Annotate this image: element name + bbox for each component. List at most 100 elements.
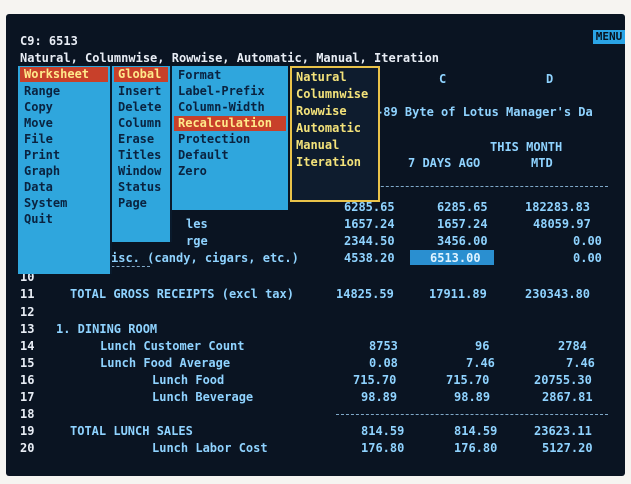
row-label: rge bbox=[186, 234, 208, 248]
menu-item-global[interactable]: Global bbox=[114, 67, 168, 83]
cell-c-row[interactable]: 3456.00 bbox=[437, 234, 488, 248]
cell-b-row[interactable]: 6285.65 bbox=[344, 200, 395, 214]
row-number: 18 bbox=[20, 407, 35, 421]
recalculation-options: Natural Columnwise Rowwise Automatic Man… bbox=[290, 66, 380, 202]
row-number: 20 bbox=[20, 441, 35, 455]
row-number: 17 bbox=[20, 390, 35, 404]
menu-item-default[interactable]: Default bbox=[178, 148, 229, 163]
cell-b-row[interactable]: 1657.24 bbox=[344, 217, 395, 231]
cell-c-row[interactable]: 98.89 bbox=[454, 390, 490, 404]
menu-item-system[interactable]: System bbox=[24, 196, 67, 211]
row-number: 12 bbox=[20, 305, 35, 319]
cell-d-row[interactable]: 48059.97 bbox=[533, 217, 591, 231]
menu-item-worksheet[interactable]: Worksheet bbox=[20, 67, 108, 83]
mode-indicator: MENU bbox=[593, 30, 625, 44]
row-label: Lunch Food bbox=[152, 373, 225, 387]
cell-b-row[interactable]: 176.80 bbox=[361, 441, 404, 455]
column-header-c: C bbox=[439, 72, 447, 86]
cell-d-row[interactable]: 20755.30 bbox=[534, 373, 592, 387]
header-7-days-ago: 7 DAYS AGO bbox=[408, 156, 481, 170]
cell-d-row[interactable]: 7.46 bbox=[566, 356, 595, 370]
cell-b-row[interactable]: 715.70 bbox=[353, 373, 396, 387]
lotus-screen: C9: 6513 MENU Natural, Columnwise, Rowwi… bbox=[6, 14, 625, 476]
current-cell-value: 6513.00 bbox=[430, 251, 481, 265]
cell-d-row[interactable]: 0.00 bbox=[573, 251, 602, 265]
row-label: 1. DINING ROOM bbox=[56, 322, 158, 336]
header-this-month: THIS MONTH bbox=[490, 140, 563, 154]
option-iteration[interactable]: Iteration bbox=[296, 155, 361, 170]
cell-b-row[interactable]: 814.59 bbox=[361, 424, 404, 438]
column-header-d: D bbox=[546, 72, 554, 86]
menu-item-insert[interactable]: Insert bbox=[118, 84, 161, 99]
row-number: 16 bbox=[20, 373, 35, 387]
menu-item-titles[interactable]: Titles bbox=[118, 148, 161, 163]
cell-b-row[interactable]: 0.08 bbox=[369, 356, 398, 370]
row-number: 11 bbox=[20, 287, 35, 301]
cell-b-row[interactable]: 98.89 bbox=[361, 390, 397, 404]
menu-item-range[interactable]: Range bbox=[24, 84, 60, 99]
row-label: Lunch Labor Cost bbox=[152, 441, 268, 455]
option-natural[interactable]: Natural bbox=[296, 70, 347, 85]
option-rowwise[interactable]: Rowwise bbox=[296, 104, 347, 119]
global-menu: Global Insert Delete Column Erase Titles… bbox=[112, 66, 170, 242]
menu-item-page[interactable]: Page bbox=[118, 196, 147, 211]
cell-b-row[interactable]: 8753 bbox=[369, 339, 398, 353]
menu-item-quit[interactable]: Quit bbox=[24, 212, 53, 227]
cell-d-row[interactable]: 0.00 bbox=[573, 234, 602, 248]
cell-c-row[interactable]: 17911.89 bbox=[429, 287, 487, 301]
option-automatic[interactable]: Automatic bbox=[296, 121, 361, 136]
row-label: TOTAL LUNCH SALES bbox=[70, 424, 193, 438]
cell-c-row[interactable]: 715.70 bbox=[446, 373, 489, 387]
row-number: 13 bbox=[20, 322, 35, 336]
menu-item-zero[interactable]: Zero bbox=[178, 164, 207, 179]
menu-item-label-prefix[interactable]: Label-Prefix bbox=[178, 84, 265, 99]
cell-d-row[interactable]: 5127.20 bbox=[542, 441, 593, 455]
cell-d-row[interactable]: 2784 bbox=[558, 339, 587, 353]
cell-b-row[interactable]: 14825.59 bbox=[336, 287, 394, 301]
menu-item-erase[interactable]: Erase bbox=[118, 132, 154, 147]
cell-c-row[interactable]: 176.80 bbox=[454, 441, 497, 455]
menu-item-data[interactable]: Data bbox=[24, 180, 53, 195]
menu-item-delete[interactable]: Delete bbox=[118, 100, 161, 115]
cell-b-row[interactable]: 2344.50 bbox=[344, 234, 395, 248]
menu-item-file[interactable]: File bbox=[24, 132, 53, 147]
cell-d-row[interactable]: 2867.81 bbox=[542, 390, 593, 404]
cell-c-row[interactable]: 96 bbox=[475, 339, 489, 353]
menu-item-copy[interactable]: Copy bbox=[24, 100, 53, 115]
row-label: Lunch Beverage bbox=[152, 390, 254, 404]
row-number: 19 bbox=[20, 424, 35, 438]
cell-d-row[interactable]: 182283.83 bbox=[525, 200, 590, 214]
menu-item-column-width[interactable]: Column-Width bbox=[178, 100, 265, 115]
row-label: isc. (candy, cigars, etc.) bbox=[111, 251, 299, 265]
cell-c-row[interactable]: 1657.24 bbox=[437, 217, 488, 231]
cell-c-row[interactable]: 814.59 bbox=[454, 424, 497, 438]
cell-b-row[interactable]: 4538.20 bbox=[344, 251, 395, 265]
menu-item-move[interactable]: Move bbox=[24, 116, 53, 131]
menu-item-status[interactable]: Status bbox=[118, 180, 161, 195]
cell-d-row[interactable]: 230343.80 bbox=[525, 287, 590, 301]
menu-item-graph[interactable]: Graph bbox=[24, 164, 60, 179]
menu-item-recalculation[interactable]: Recalculation bbox=[174, 116, 286, 132]
menu-item-window[interactable]: Window bbox=[118, 164, 161, 179]
row-label: Lunch Customer Count bbox=[100, 339, 245, 353]
menu-item-print[interactable]: Print bbox=[24, 148, 60, 163]
total-divider bbox=[336, 414, 608, 415]
option-columnwise[interactable]: Columnwise bbox=[296, 87, 368, 102]
cell-d-row[interactable]: 23623.11 bbox=[534, 424, 592, 438]
current-cell[interactable]: 6513.00 bbox=[410, 250, 494, 265]
menu-item-column[interactable]: Column bbox=[118, 116, 161, 131]
menu-item-format[interactable]: Format bbox=[178, 68, 221, 83]
menu-item-protection[interactable]: Protection bbox=[178, 132, 250, 147]
row-label: Lunch Food Average bbox=[100, 356, 231, 370]
row-number: 15 bbox=[20, 356, 35, 370]
cell-address: C9: 6513 bbox=[20, 34, 78, 48]
cell-c-row[interactable]: 6285.65 bbox=[437, 200, 488, 214]
menu-prompt: Natural, Columnwise, Rowwise, Automatic,… bbox=[20, 51, 440, 65]
header-mtd: MTD bbox=[531, 156, 553, 170]
sheet-banner: -89 Byte of Lotus Manager's Da bbox=[376, 105, 593, 119]
cell-c-row[interactable]: 7.46 bbox=[466, 356, 495, 370]
row-number: 14 bbox=[20, 339, 35, 353]
option-manual[interactable]: Manual bbox=[296, 138, 339, 153]
row-label: TOTAL GROSS RECEIPTS (excl tax) bbox=[70, 287, 294, 301]
main-menu: Worksheet Range Copy Move File Print Gra… bbox=[18, 66, 110, 274]
